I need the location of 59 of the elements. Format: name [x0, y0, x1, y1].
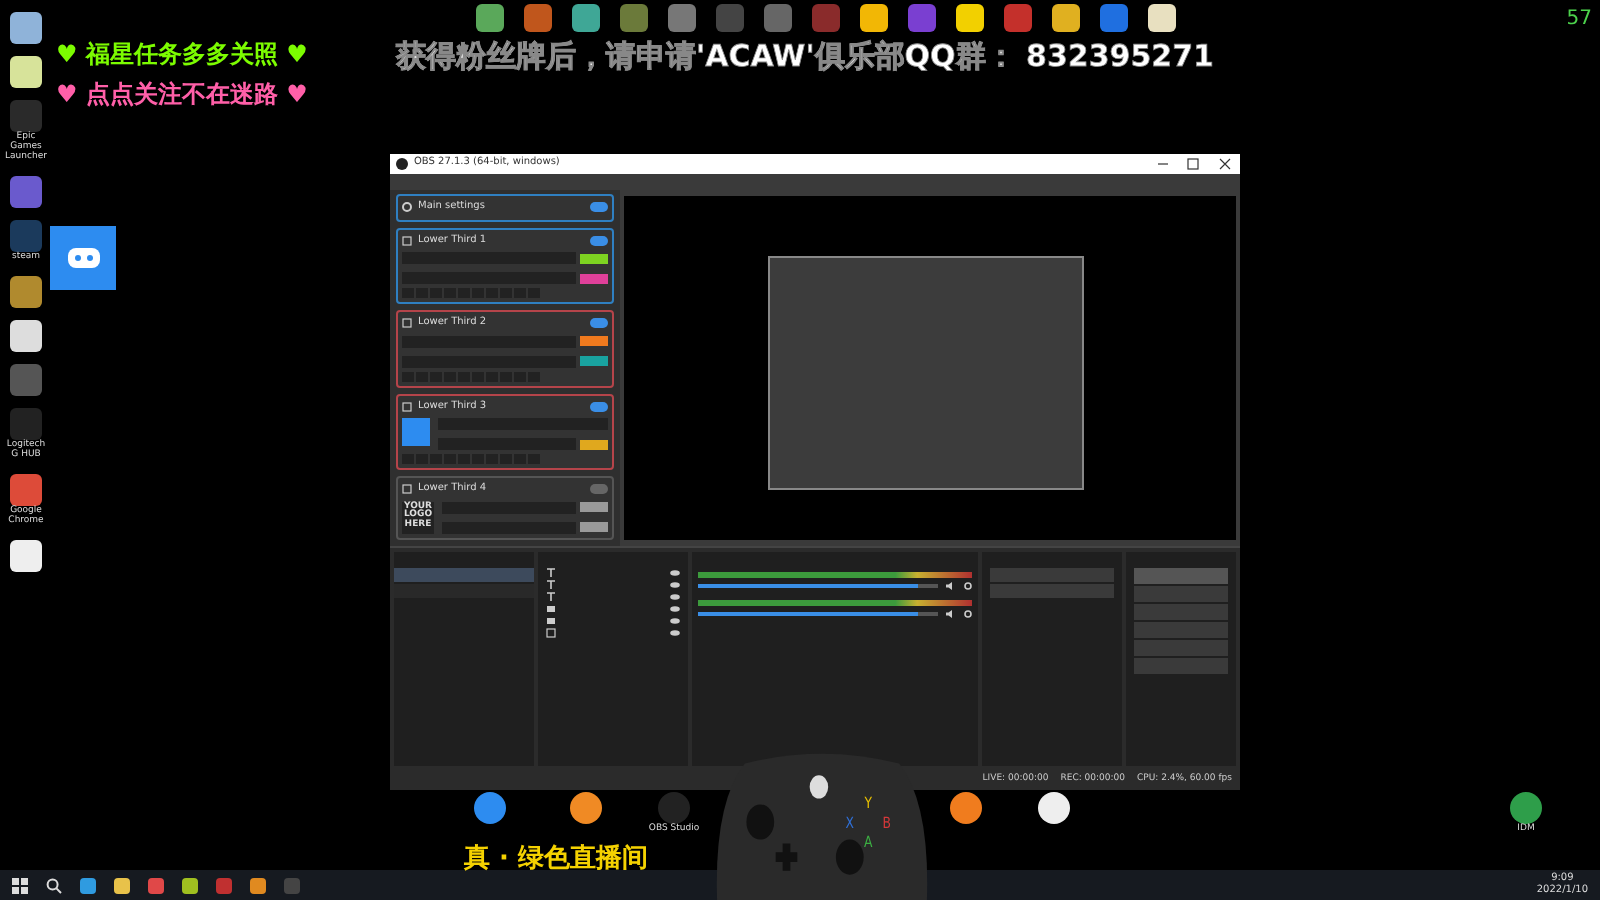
color-tag[interactable]	[580, 439, 608, 449]
desktop-app-icon[interactable]	[10, 12, 42, 44]
desktop-app-icon[interactable]	[10, 539, 42, 571]
color-tag[interactable]	[580, 502, 608, 512]
panel-icon	[402, 235, 412, 246]
duration-field[interactable]	[990, 584, 1114, 598]
search-icon[interactable]	[46, 877, 62, 893]
panel-icon	[402, 401, 412, 412]
desktop-app-icon[interactable]	[1038, 792, 1070, 824]
taskbar-app-icon[interactable]	[250, 877, 266, 893]
toggle-switch[interactable]	[590, 202, 608, 213]
gear-icon[interactable]	[964, 610, 972, 618]
image-icon	[546, 628, 556, 638]
color-tag[interactable]	[580, 336, 608, 346]
color-tag[interactable]	[580, 356, 608, 366]
taskbar-app-icon[interactable]	[148, 877, 164, 893]
gamepad-button-label: A	[864, 831, 873, 852]
app-icon[interactable]	[476, 4, 504, 32]
desktop-app-icon[interactable]	[474, 792, 506, 824]
toggle-switch[interactable]	[590, 401, 608, 412]
panel-icon	[402, 318, 412, 329]
desktop-app-icon[interactable]	[950, 792, 982, 824]
overlay-text: ♥ 福星任务多多关照 ♥	[56, 38, 308, 72]
taskbar-app-icon[interactable]	[80, 877, 96, 893]
taskbar-app-icon[interactable]	[182, 877, 198, 893]
caption-text: 真 · 绿色直播间	[464, 842, 648, 878]
window-controls-icon[interactable]	[1154, 158, 1234, 170]
desktop-app-icon[interactable]	[1510, 792, 1542, 824]
banner-text: 获得粉丝牌后，请申请'ACAW'俱乐部QQ群： 832395271	[396, 36, 1214, 78]
app-logo-icon	[396, 158, 408, 170]
app-icon[interactable]	[1052, 4, 1080, 32]
gear-icon[interactable]	[964, 582, 972, 590]
toggle-switch[interactable]	[590, 318, 608, 329]
gamepad-button-label: X	[845, 812, 854, 833]
gamepad-button-label: B	[882, 812, 892, 833]
toggle-switch[interactable]	[590, 484, 608, 495]
start-icon[interactable]	[12, 877, 28, 893]
fps-counter: 57	[1566, 6, 1592, 34]
app-icon[interactable]	[956, 4, 984, 32]
app-icon[interactable]	[1148, 4, 1176, 32]
desktop-app-icon[interactable]	[10, 319, 42, 352]
taskbar-app-icon[interactable]	[114, 877, 130, 893]
color-tag[interactable]	[580, 522, 608, 532]
speaker-icon[interactable]	[946, 582, 956, 590]
chat-app-icon[interactable]	[50, 226, 116, 290]
overlay-text: ♥ 点点关注不在迷路 ♥	[56, 78, 308, 112]
desktop-app-icon[interactable]	[10, 56, 42, 88]
app-icon[interactable]	[572, 4, 600, 32]
panel-icon	[402, 484, 412, 495]
color-tag[interactable]	[580, 253, 608, 263]
desktop-app-icon[interactable]	[10, 275, 42, 308]
image-thumbnail	[402, 418, 430, 446]
gear-icon	[402, 202, 412, 213]
app-icon[interactable]	[860, 4, 888, 32]
speaker-icon[interactable]	[946, 610, 956, 618]
desktop-app-icon[interactable]	[570, 792, 602, 824]
toggle-switch[interactable]	[590, 235, 608, 246]
gamepad-button-label: Y	[864, 792, 873, 813]
color-tag[interactable]	[580, 273, 608, 283]
